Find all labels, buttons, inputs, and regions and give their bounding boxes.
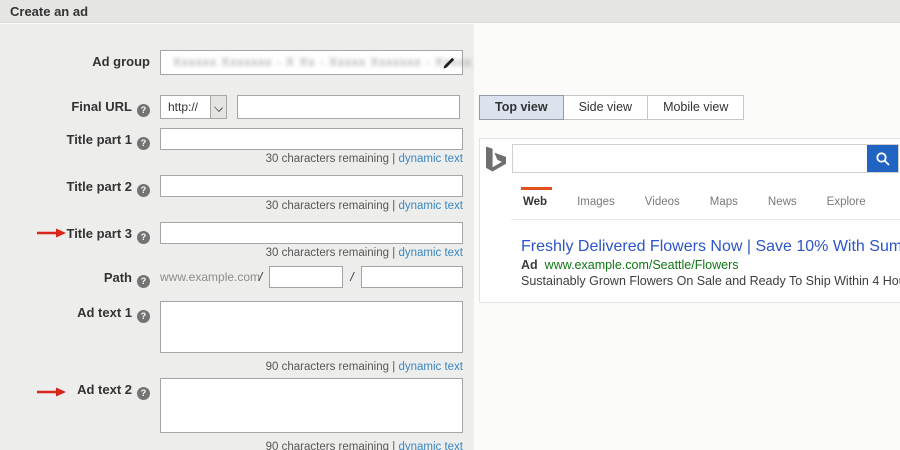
preview-search-box — [512, 144, 899, 173]
title-part-1-label: Title part 1 — [66, 132, 132, 147]
ad-text-2-textarea[interactable] — [160, 378, 463, 433]
ad-text-1-remaining: 90 characters remaining — [265, 361, 390, 373]
title-part-3-row: Title part 3? 30 characters remaining | … — [0, 222, 474, 259]
edit-pencil-icon[interactable] — [442, 56, 456, 70]
ad-preview-block: Freshly Delivered Flowers Now | Save 10%… — [521, 237, 900, 289]
final-url-row: Final URL? http:// — [0, 95, 474, 119]
hint-divider: | — [392, 441, 396, 450]
ad-text-1-dynamic-text-link[interactable]: dynamic text — [398, 361, 463, 373]
tab-top-view[interactable]: Top view — [479, 95, 564, 120]
help-icon[interactable]: ? — [137, 231, 150, 244]
ad-text-2-label: Ad text 2 — [77, 382, 132, 397]
preview-search-button — [867, 145, 898, 172]
help-icon[interactable]: ? — [137, 387, 150, 400]
title-part-2-dynamic-text-link[interactable]: dynamic text — [398, 200, 463, 212]
title-part-2-input[interactable] — [160, 175, 463, 197]
ad-text-1-row: Ad text 1? 90 characters remaining | dyn… — [0, 301, 474, 373]
title-part-3-dynamic-text-link[interactable]: dynamic text — [398, 247, 463, 259]
nav-item-web: Web — [520, 187, 553, 208]
tab-mobile-view[interactable]: Mobile view — [647, 95, 745, 120]
hint-divider: | — [392, 153, 396, 165]
help-icon[interactable]: ? — [137, 104, 150, 117]
protocol-selected-value: http:// — [168, 100, 199, 114]
ad-preview-display-url: www.example.com/Seattle/Flowers — [544, 258, 739, 272]
hint-divider: | — [392, 247, 396, 259]
preview-divider — [511, 219, 900, 220]
nav-item-images: Images — [577, 196, 615, 208]
title-part-2-row: Title part 2? 30 characters remaining | … — [0, 175, 474, 212]
hint-divider: | — [392, 361, 396, 373]
final-url-label: Final URL — [71, 99, 132, 114]
path-separator: / — [259, 270, 263, 284]
tab-side-view[interactable]: Side view — [562, 95, 649, 120]
ad-group-label: Ad group — [92, 54, 150, 69]
annotation-arrow-icon — [37, 228, 66, 238]
ad-preview-description: Sustainably Grown Flowers On Sale and Re… — [521, 274, 900, 288]
help-icon[interactable]: ? — [137, 310, 150, 323]
title-part-2-remaining: 30 characters remaining — [265, 200, 390, 212]
title-part-1-dynamic-text-link[interactable]: dynamic text — [398, 153, 463, 165]
title-part-3-remaining: 30 characters remaining — [265, 247, 390, 259]
chevron-down-icon — [210, 96, 226, 118]
ad-text-2-dynamic-text-link[interactable]: dynamic text — [398, 441, 463, 450]
final-url-input[interactable] — [237, 95, 460, 119]
title-part-1-row: Title part 1? 30 characters remaining | … — [0, 128, 474, 165]
nav-item-explore: Explore — [826, 196, 866, 208]
title-part-3-input[interactable] — [160, 222, 463, 244]
path-1-input[interactable] — [269, 266, 344, 288]
ad-preview-title: Freshly Delivered Flowers Now | Save 10%… — [521, 238, 900, 255]
title-part-1-remaining: 30 characters remaining — [265, 153, 390, 165]
nav-item-maps: Maps — [709, 196, 738, 208]
path-separator: / — [350, 270, 354, 284]
title-part-3-label: Title part 3 — [66, 226, 132, 241]
path-2-input[interactable] — [360, 266, 463, 288]
ad-group-row: Ad group Xxxxxx Xxxxxxx - X Xx - Xxxxx X… — [0, 50, 474, 75]
ad-badge: Ad — [521, 258, 538, 272]
nav-item-news: News — [767, 196, 797, 208]
search-icon — [875, 151, 890, 166]
hint-divider: | — [392, 200, 396, 212]
title-part-2-label: Title part 2 — [66, 179, 132, 194]
title-part-1-input[interactable] — [160, 128, 463, 150]
page-title: Create an ad — [0, 0, 900, 23]
ad-preview-panel: Web Images Videos Maps News Explore Fres… — [479, 138, 900, 303]
ad-text-2-row: Ad text 2? 90 characters remaining | dyn… — [0, 378, 474, 450]
path-domain-text: www.example.com — [160, 270, 261, 284]
help-icon[interactable]: ? — [137, 137, 150, 150]
help-icon[interactable]: ? — [137, 184, 150, 197]
preview-search-nav: Web Images Videos Maps News Explore — [520, 187, 896, 208]
annotation-arrow-icon — [37, 387, 66, 397]
protocol-select[interactable]: http:// — [160, 95, 227, 119]
ad-text-1-textarea[interactable] — [160, 301, 463, 353]
ad-text-1-label: Ad text 1 — [77, 305, 132, 320]
path-label: Path — [103, 270, 132, 285]
ad-group-field[interactable]: Xxxxxx Xxxxxxx - X Xx - Xxxxx Xxxxxxx - … — [160, 50, 471, 75]
ad-text-2-remaining: 90 characters remaining — [265, 441, 390, 450]
create-ad-page: Create an ad Ad group Xxxxxx Xxxxxxx - X… — [0, 0, 900, 450]
ad-group-redacted-value: Xxxxxx Xxxxxxx - X Xx - Xxxxx Xxxxxxx - … — [173, 55, 473, 69]
preview-search-input — [517, 147, 864, 170]
help-icon[interactable]: ? — [137, 275, 150, 288]
path-row: Path? www.example.com / / — [0, 266, 474, 288]
preview-tabs: Top view Side view Mobile view — [479, 95, 745, 120]
nav-item-videos: Videos — [644, 196, 680, 208]
bing-logo-icon — [486, 146, 506, 172]
